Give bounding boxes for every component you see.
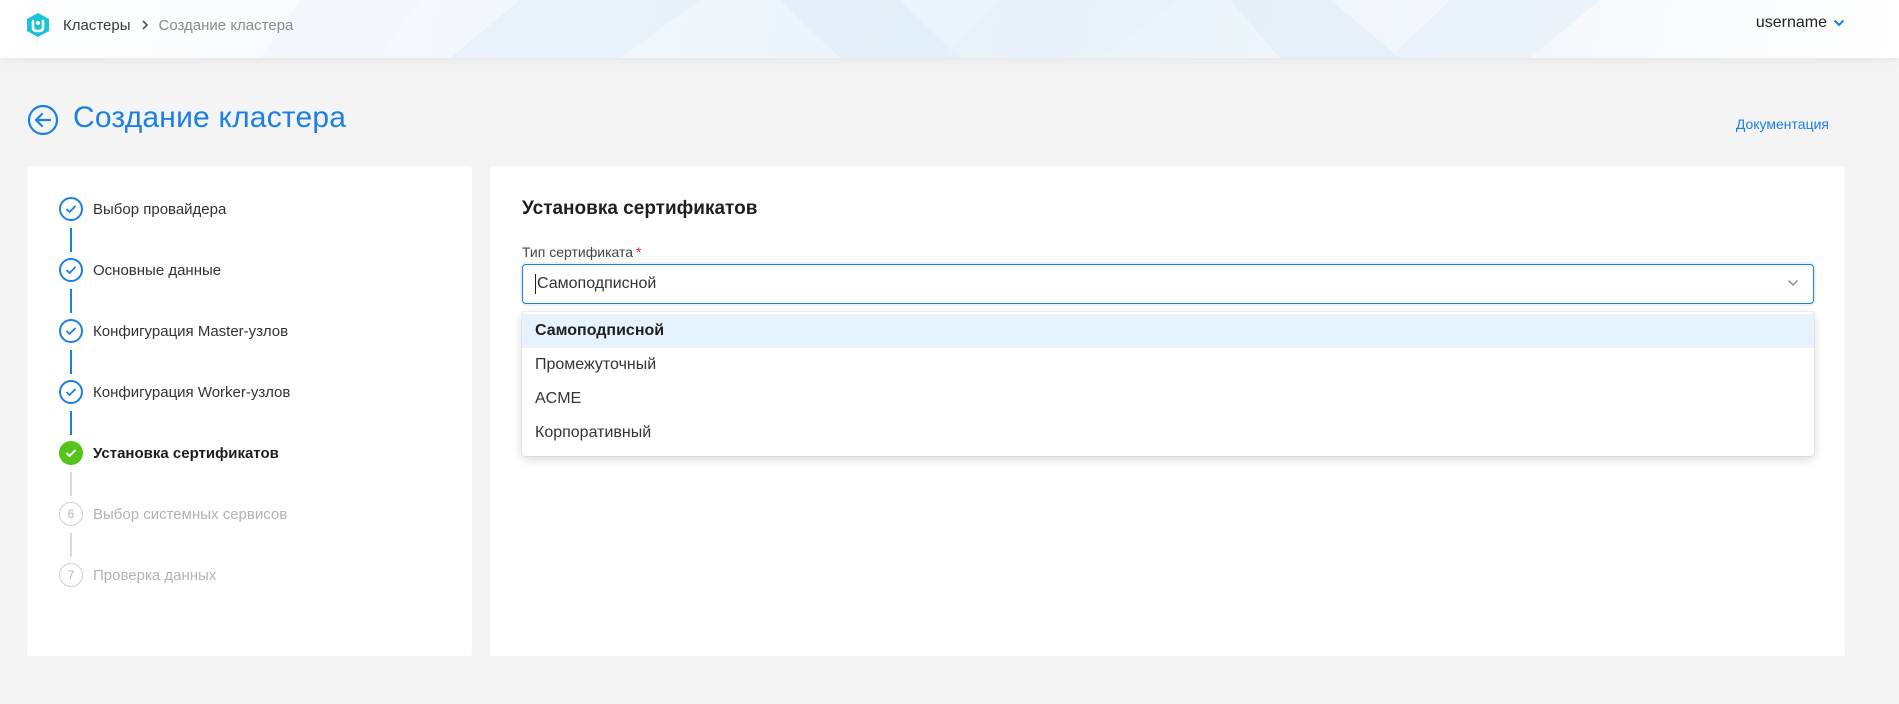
- username-label: username: [1755, 14, 1827, 31]
- step-system-services: 6 Выбор системных сервисов: [59, 502, 287, 526]
- check-icon: [59, 258, 83, 282]
- step-certificates[interactable]: Установка сертификатов: [59, 441, 279, 465]
- option-intermediate[interactable]: Промежуточный: [522, 348, 1814, 382]
- option-corporate[interactable]: Корпоративный: [522, 416, 1814, 450]
- step-basic-data[interactable]: Основные данные: [59, 258, 221, 282]
- breadcrumb: Кластеры Создание кластера: [63, 15, 293, 35]
- certificate-type-label: Тип сертификата *: [522, 244, 641, 260]
- certificate-type-dropdown: Самоподписной Промежуточный ACME Корпора…: [522, 312, 1814, 456]
- step-number: 7: [59, 563, 83, 587]
- step-connector: [70, 533, 72, 557]
- check-icon: [59, 441, 83, 465]
- step-review: 7 Проверка данных: [59, 563, 216, 587]
- step-connector: [70, 228, 72, 252]
- step-master-config[interactable]: Конфигурация Master-узлов: [59, 319, 288, 343]
- step-worker-config[interactable]: Конфигурация Worker-узлов: [59, 380, 290, 404]
- chevron-right-icon: [141, 19, 149, 31]
- documentation-link[interactable]: Документация: [1736, 116, 1829, 132]
- select-value: Самоподписной: [537, 275, 657, 292]
- check-icon: [59, 380, 83, 404]
- step-label: Выбор провайдера: [93, 200, 227, 218]
- step-label: Выбор системных сервисов: [93, 505, 288, 523]
- step-connector: [70, 289, 72, 313]
- user-menu[interactable]: username: [1756, 14, 1845, 32]
- option-acme[interactable]: ACME: [522, 382, 1814, 416]
- breadcrumb-current: Создание кластера: [158, 16, 294, 34]
- check-icon: [59, 197, 83, 221]
- steps-panel: Выбор провайдера Основные данные Конфигу…: [27, 166, 472, 656]
- breadcrumb-clusters-link[interactable]: Кластеры: [63, 17, 131, 34]
- step-label: Конфигурация Master-узлов: [93, 322, 289, 340]
- chevron-down-icon[interactable]: [1787, 279, 1799, 287]
- step-provider[interactable]: Выбор провайдера: [59, 197, 226, 221]
- step-label: Конфигурация Worker-узлов: [93, 383, 291, 401]
- step-connector: [70, 350, 72, 374]
- step-connector: [70, 472, 72, 496]
- option-self-signed[interactable]: Самоподписной: [522, 314, 1814, 348]
- text-cursor: [535, 274, 536, 294]
- chevron-down-icon: [1833, 19, 1845, 27]
- field-label-text: Тип сертификата: [522, 244, 634, 260]
- step-label: Основные данные: [93, 261, 222, 279]
- page-title: Создание кластера: [73, 101, 347, 134]
- step-connector: [70, 411, 72, 435]
- step-label: Проверка данных: [93, 566, 217, 584]
- step-number: 6: [59, 502, 83, 526]
- section-title: Установка сертификатов: [522, 198, 758, 219]
- arrow-left-circle-icon[interactable]: [27, 104, 59, 136]
- step-label: Установка сертификатов: [93, 444, 279, 462]
- check-icon: [59, 319, 83, 343]
- certificate-type-select[interactable]: Самоподписной: [522, 264, 1814, 304]
- certificate-form: Установка сертификатов Тип сертификата * …: [490, 166, 1845, 656]
- logo-icon[interactable]: [25, 12, 51, 38]
- top-bar: Кластеры Создание кластера username: [0, 0, 1899, 58]
- required-mark: *: [636, 244, 642, 260]
